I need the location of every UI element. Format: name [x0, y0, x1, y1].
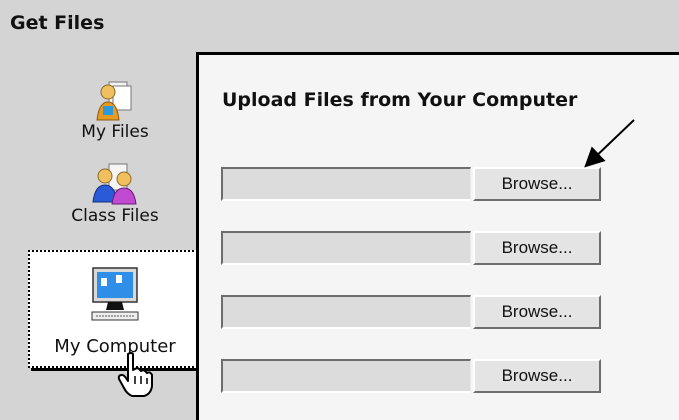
file-path-input-4[interactable] — [221, 359, 471, 393]
file-upload-row: Browse... — [221, 231, 611, 265]
my-files-icon — [96, 81, 132, 121]
file-upload-row: Browse... — [221, 295, 611, 329]
upload-panel: Upload Files from Your Computer Browse..… — [196, 52, 679, 420]
sidebar-item-my-files[interactable]: My Files — [55, 80, 175, 142]
file-upload-row: Browse... — [221, 167, 611, 201]
page-title: Get Files — [10, 12, 105, 34]
my-computer-icon — [91, 267, 139, 321]
upload-panel-title: Upload Files from Your Computer — [222, 89, 578, 111]
sidebar-item-my-computer[interactable]: My Computer — [28, 250, 202, 368]
hand-cursor-icon — [117, 352, 153, 397]
sidebar-item-label: My Files — [81, 122, 149, 142]
browse-button-3[interactable]: Browse... — [473, 295, 601, 329]
sidebar-item-label: Class Files — [71, 206, 159, 226]
pointer-arrow-icon — [584, 119, 635, 168]
file-path-input-1[interactable] — [221, 167, 471, 201]
browse-button-2[interactable]: Browse... — [473, 231, 601, 265]
file-upload-row: Browse... — [221, 359, 611, 393]
browse-button-4[interactable]: Browse... — [473, 359, 601, 393]
sidebar-item-class-files[interactable]: Class Files — [45, 162, 185, 226]
file-path-input-3[interactable] — [221, 295, 471, 329]
sidebar-item-label: My Computer — [54, 336, 176, 357]
get-files-page: Get Files My Files Class Files My Comput… — [0, 0, 679, 420]
class-files-icon — [92, 163, 137, 205]
file-path-input-2[interactable] — [221, 231, 471, 265]
